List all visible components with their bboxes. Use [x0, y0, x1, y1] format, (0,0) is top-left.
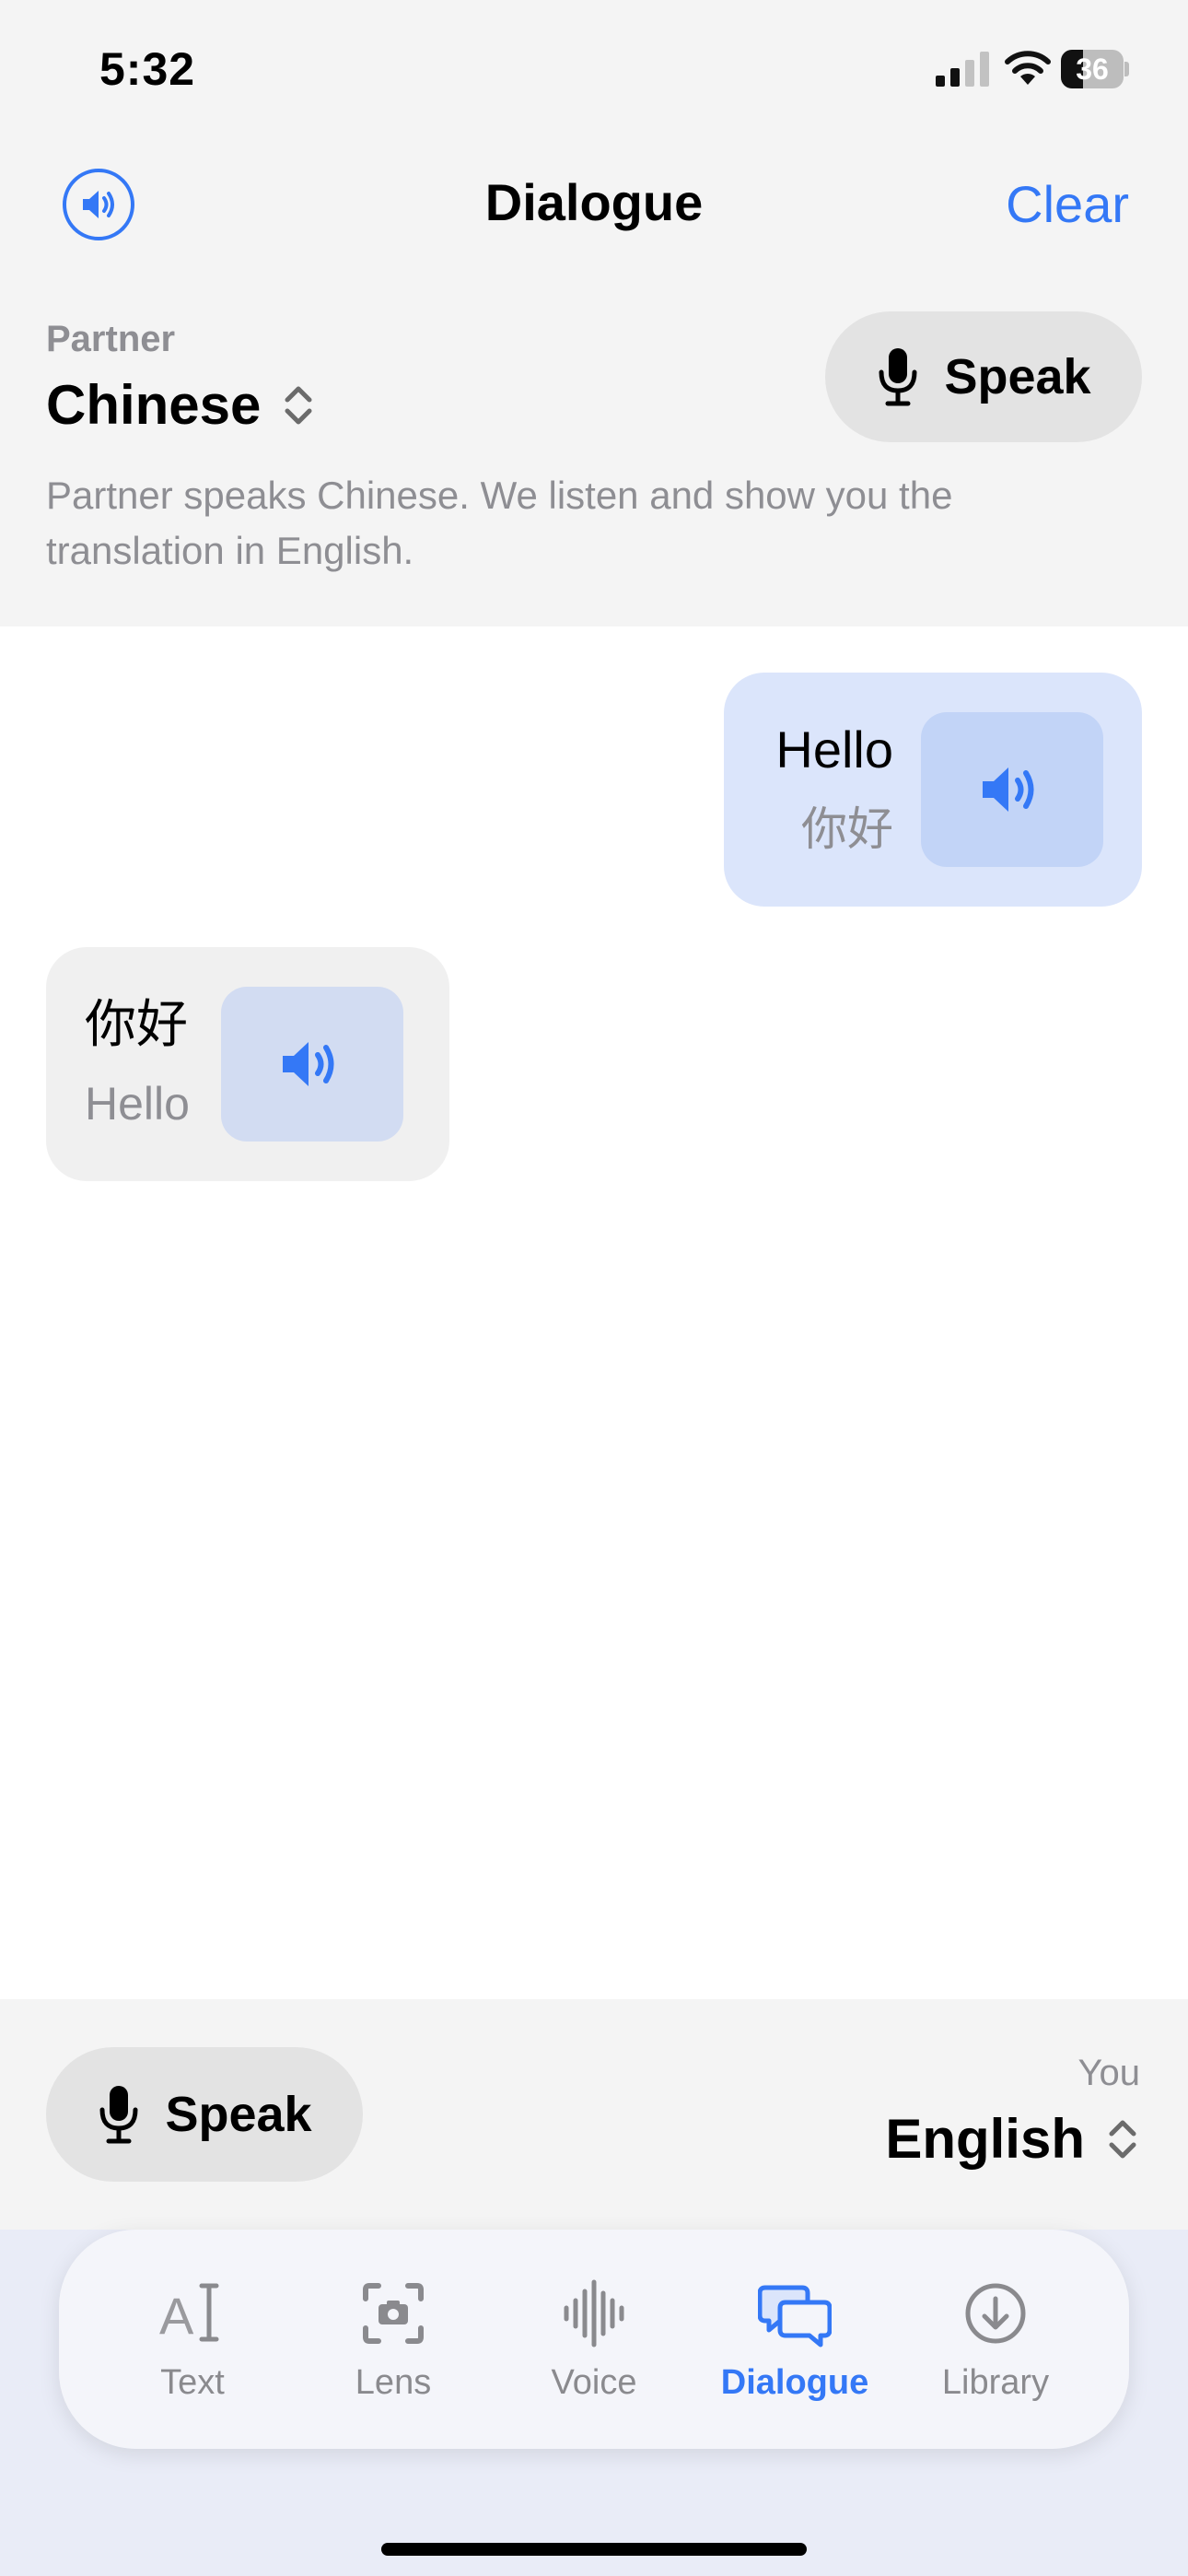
chevron-up-down-icon — [285, 386, 312, 425]
download-circle-icon — [965, 2283, 1026, 2343]
tab-bar: A Text Lens Voice Dialogue Library — [59, 2230, 1129, 2449]
message-texts: Hello 你好 — [775, 715, 893, 864]
message-original: 你好 — [85, 995, 188, 1053]
you-language-name: English — [885, 2108, 1085, 2170]
waveform-icon — [564, 2279, 624, 2347]
play-translation-button[interactable] — [921, 712, 1103, 867]
tab-label: Library — [941, 2362, 1050, 2402]
you-language-picker[interactable]: English — [885, 2104, 1138, 2174]
wifi-icon — [1005, 51, 1051, 85]
partner-speak-button[interactable]: Speak — [825, 311, 1142, 442]
camera-viewfinder-icon — [363, 2282, 424, 2344]
battery-tip — [1124, 62, 1129, 76]
dialogue-header: Dialogue Clear Partner Chinese Speak Par… — [0, 138, 1188, 626]
battery-indicator: 36 — [1061, 50, 1129, 88]
tab-voice[interactable]: Voice — [502, 2277, 686, 2403]
home-indicator — [381, 2543, 807, 2556]
conversation-area: Hello 你好 你好 Hello — [0, 626, 1188, 1999]
tab-label: Voice — [551, 2362, 637, 2402]
chat-bubbles-icon — [758, 2285, 832, 2347]
message-translation: 你好 — [801, 803, 893, 855]
message-translation: Hello — [85, 1078, 190, 1130]
tab-text[interactable]: A Text — [100, 2277, 285, 2403]
microphone-icon — [99, 2086, 138, 2144]
microphone-icon — [879, 348, 917, 406]
speak-label: Speak — [944, 349, 1091, 404]
message-bubble-partner: 你好 Hello — [46, 947, 449, 1181]
message-original: Hello — [775, 720, 893, 779]
partner-caption: Partner — [46, 319, 176, 359]
clear-button[interactable]: Clear — [1006, 168, 1129, 241]
tab-bar-area: A Text Lens Voice Dialogue Library — [0, 2230, 1188, 2576]
text-cursor-icon: A — [159, 2283, 219, 2345]
tab-library[interactable]: Library — [903, 2277, 1088, 2403]
partner-language-name: Chinese — [46, 374, 262, 436]
message-bubble-you: Hello 你好 — [724, 673, 1142, 907]
speaker-icon — [282, 1042, 334, 1086]
cellular-signal-icon — [936, 52, 989, 87]
tab-lens[interactable]: Lens — [301, 2277, 485, 2403]
battery-percent: 36 — [1076, 53, 1109, 86]
tab-label: Lens — [355, 2362, 432, 2402]
chevron-up-down-icon — [1109, 2120, 1136, 2159]
tab-dialogue[interactable]: Dialogue — [703, 2277, 887, 2403]
partner-language-picker[interactable]: Chinese — [46, 370, 314, 440]
partner-description: Partner speaks Chinese. We listen and sh… — [46, 474, 953, 572]
tab-label: Dialogue — [720, 2362, 869, 2402]
play-translation-button[interactable] — [220, 987, 403, 1142]
speaker-icon — [983, 767, 1034, 812]
you-caption: You — [1077, 2053, 1141, 2093]
you-bar: Speak You English — [0, 1999, 1188, 2230]
status-time: 5:32 — [99, 43, 196, 95]
battery-body: 36 — [1061, 50, 1124, 88]
status-bar: 5:32 36 — [0, 0, 1188, 138]
speak-label: Speak — [165, 2087, 312, 2142]
you-speak-button[interactable]: Speak — [46, 2047, 363, 2182]
tab-label: Text — [160, 2362, 225, 2402]
svg-text:A: A — [159, 2287, 194, 2345]
message-texts: 你好 Hello — [85, 989, 190, 1139]
